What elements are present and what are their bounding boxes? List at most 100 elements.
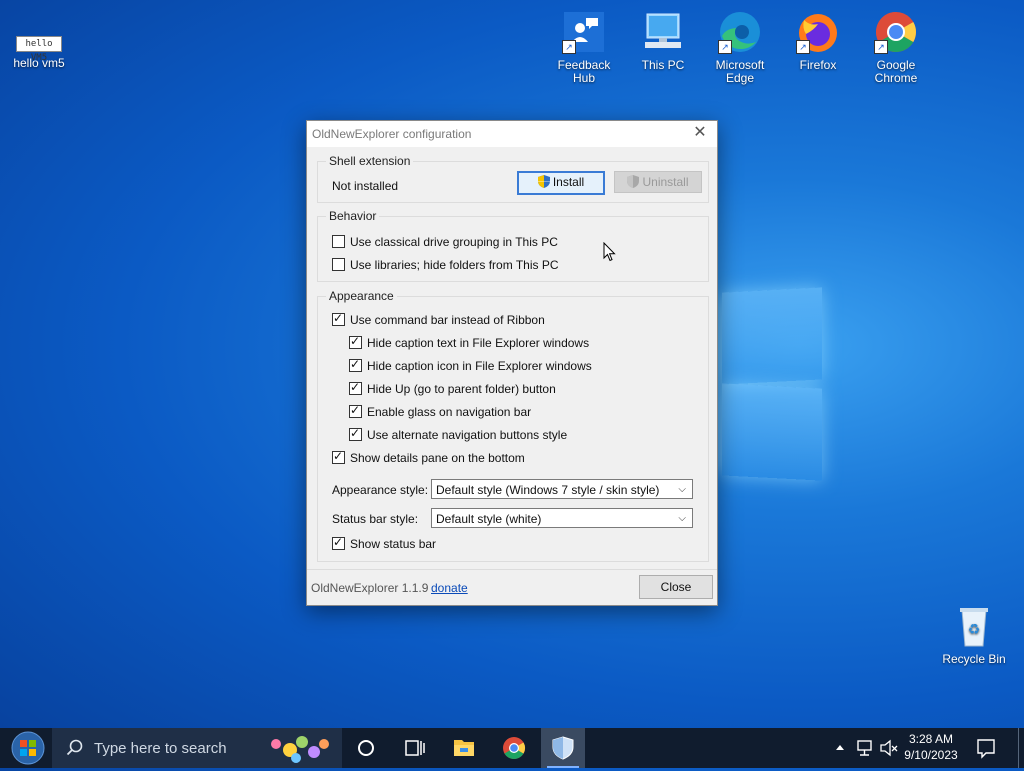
chrome-taskbar-button[interactable] <box>492 728 536 768</box>
checkbox-label: Enable glass on navigation bar <box>367 405 532 419</box>
checkbox-use-libraries[interactable]: Use libraries; hide folders from This PC <box>332 258 559 274</box>
install-label: Install <box>552 175 585 189</box>
checkbox-classical-drive-grouping[interactable]: Use classical drive grouping in This PC <box>332 235 558 251</box>
taskbar-clock[interactable]: 3:28 AM 9/10/2023 <box>896 731 966 763</box>
uac-shield-icon <box>537 175 550 188</box>
desktop-icon-label: This PC <box>641 58 685 72</box>
wallpaper-beam <box>722 383 822 481</box>
file-explorer-taskbar-button[interactable] <box>442 728 486 768</box>
select-value: Default style (white) <box>436 512 542 526</box>
clock-time: 3:28 AM <box>908 732 954 746</box>
file-thumbnail-icon: hello VM5 <box>16 36 62 63</box>
chevron-down-icon[interactable]: ⌵ <box>678 480 686 500</box>
desktop-icon-label: Feedback Hub <box>557 58 611 85</box>
uninstall-button[interactable]: Uninstall <box>614 171 702 193</box>
taskbar-search-box[interactable]: Type here to search <box>52 728 342 768</box>
checkbox-hide-caption-text[interactable]: Hide caption text in File Explorer windo… <box>349 334 590 352</box>
cortana-circle-icon <box>358 740 374 756</box>
flowers-search-highlight-icon <box>271 736 329 763</box>
windows-orb-icon <box>11 731 45 765</box>
desktop-icon-label: Google Chrome <box>874 58 918 85</box>
desktop-icon-label: Recycle Bin <box>942 652 1006 666</box>
chevron-up-icon <box>836 745 844 750</box>
checkbox-enable-glass[interactable]: Enable glass on navigation bar <box>349 403 532 421</box>
shell-extension-group: Shell extension Not installed Install Un… <box>317 154 709 203</box>
firefox-icon: ↗ <box>794 8 842 56</box>
show-hidden-icons-button[interactable] <box>832 728 848 768</box>
show-desktop-button[interactable] <box>1018 728 1024 768</box>
desktop-icon-label: Microsoft Edge <box>715 58 765 85</box>
clock-date: 9/10/2023 <box>904 748 958 762</box>
version-text: OldNewExplorer 1.1.9 <box>311 581 429 595</box>
computer-monitor-icon <box>639 8 687 56</box>
checkbox-details-pane-bottom[interactable]: Show details pane on the bottom <box>332 449 525 467</box>
desktop-icon-this-pc[interactable]: This PC <box>627 8 699 72</box>
notifications-button[interactable] <box>972 728 1000 768</box>
desktop-icon-feedback-hub[interactable]: ↗ Feedback Hub <box>548 8 620 85</box>
close-icon[interactable]: ✕ <box>689 124 711 144</box>
network-tray-button[interactable] <box>854 728 876 768</box>
checkbox-box[interactable] <box>349 403 362 418</box>
close-button[interactable]: Close <box>639 575 713 599</box>
task-view-icon <box>405 740 425 756</box>
svg-text:♻: ♻ <box>968 621 981 637</box>
edge-browser-icon: ↗ <box>716 8 764 56</box>
desktop-icon-recycle-bin[interactable]: ♻ Recycle Bin <box>938 602 1010 666</box>
checkbox-label: Hide caption text in File Explorer windo… <box>367 336 590 350</box>
checkbox-box[interactable] <box>332 235 345 248</box>
checkbox-show-status-bar[interactable]: Show status bar <box>332 535 437 553</box>
desktop-icon-google-chrome[interactable]: ↗ Google Chrome <box>860 8 932 85</box>
checkbox-box[interactable] <box>349 380 362 395</box>
install-button[interactable]: Install <box>517 171 605 195</box>
select-value: Default style (Windows 7 style / skin st… <box>436 483 660 497</box>
shortcut-arrow-icon: ↗ <box>562 40 576 54</box>
group-legend: Appearance <box>326 289 397 303</box>
checkbox-alternate-nav-style[interactable]: Use alternate navigation buttons style <box>349 426 568 444</box>
folder-icon <box>454 740 474 756</box>
checkbox-box[interactable] <box>349 426 362 441</box>
checkbox-command-bar[interactable]: Use command bar instead of Ribbon <box>332 311 545 329</box>
checkbox-label: Use libraries; hide folders from This PC <box>350 258 559 272</box>
appearance-style-select[interactable]: Default style (Windows 7 style / skin st… <box>431 479 693 499</box>
uninstall-label: Uninstall <box>642 175 689 189</box>
shield-icon <box>552 736 574 760</box>
appearance-group: Appearance Use command bar instead of Ri… <box>317 289 709 562</box>
checkbox-box[interactable] <box>349 334 362 349</box>
oldnewexplorer-taskbar-button[interactable] <box>541 728 585 768</box>
behavior-group: Behavior Use classical drive grouping in… <box>317 209 709 282</box>
checkbox-box[interactable] <box>349 357 362 372</box>
checkbox-hide-up-button[interactable]: Hide Up (go to parent folder) button <box>349 380 556 398</box>
dialog-titlebar[interactable]: OldNewExplorer configuration ✕ <box>307 121 717 147</box>
checkbox-label: Show status bar <box>350 537 437 551</box>
checkbox-label: Show details pane on the bottom <box>350 451 525 465</box>
desktop-icon-label: Firefox <box>799 58 837 72</box>
mouse-cursor-icon <box>603 242 616 262</box>
group-legend: Behavior <box>326 209 380 223</box>
feedback-hub-icon: ↗ <box>560 8 608 56</box>
uac-shield-icon <box>627 175 640 188</box>
checkbox-label: Use alternate navigation buttons style <box>367 428 568 442</box>
checkbox-box[interactable] <box>332 535 345 550</box>
cortana-button[interactable] <box>344 728 388 768</box>
wallpaper-beam <box>722 287 822 385</box>
desktop-icon-label: hello vm5 <box>13 56 65 70</box>
status-bar-style-select[interactable]: Default style (white) ⌵ <box>431 508 693 528</box>
install-status-text: Not installed <box>332 179 399 193</box>
start-button[interactable] <box>6 730 50 766</box>
chevron-down-icon[interactable]: ⌵ <box>678 509 686 529</box>
donate-link[interactable]: donate <box>431 581 468 595</box>
oldnewexplorer-config-dialog: OldNewExplorer configuration ✕ Shell ext… <box>306 120 718 606</box>
checkbox-box[interactable] <box>332 258 345 271</box>
desktop-icon-hello-vm5[interactable]: hello VM5 hello vm5 <box>3 36 75 70</box>
chrome-icon <box>503 737 525 759</box>
checkbox-hide-caption-icon[interactable]: Hide caption icon in File Explorer windo… <box>349 357 592 375</box>
desktop-icon-microsoft-edge[interactable]: ↗ Microsoft Edge <box>704 8 776 85</box>
task-view-button[interactable] <box>392 728 436 768</box>
desktop-icon-firefox[interactable]: ↗ Firefox <box>782 8 854 72</box>
checkbox-label: Use classical drive grouping in This PC <box>350 235 558 249</box>
checkbox-box[interactable] <box>332 449 345 464</box>
chrome-icon: ↗ <box>872 8 920 56</box>
network-icon <box>857 740 872 756</box>
checkbox-box[interactable] <box>332 311 345 326</box>
taskbar: Type here to search 3:28 AM 9/10/2023 <box>0 728 1024 768</box>
